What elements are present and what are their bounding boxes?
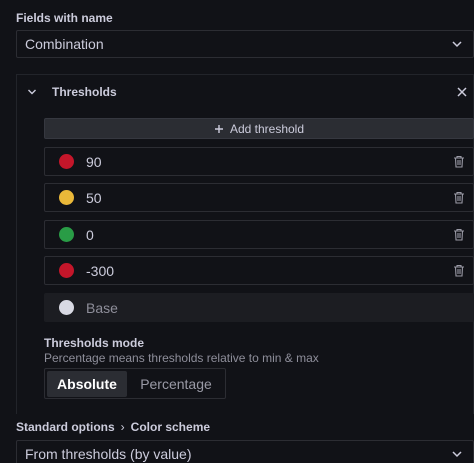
fields-with-name-label: Fields with name: [16, 11, 113, 25]
color-picker-dot[interactable]: [59, 154, 74, 169]
add-threshold-button[interactable]: Add threshold: [44, 118, 474, 139]
thresholds-mode-description: Percentage means thresholds relative to …: [44, 351, 319, 365]
trash-icon[interactable]: [445, 184, 473, 211]
threshold-value-input[interactable]: 50: [86, 190, 445, 206]
threshold-row[interactable]: 50: [44, 183, 474, 212]
fields-with-name-select[interactable]: Combination: [16, 30, 474, 58]
threshold-value-input[interactable]: 90: [86, 154, 445, 170]
threshold-row[interactable]: 90: [44, 147, 474, 176]
thresholds-mode-title: Thresholds mode: [44, 336, 145, 350]
trash-icon[interactable]: [445, 257, 473, 284]
breadcrumb-child: Color scheme: [130, 420, 211, 434]
chevron-down-icon: [449, 36, 465, 52]
trash-icon[interactable]: [445, 221, 473, 248]
color-scheme-select[interactable]: From thresholds (by value): [16, 440, 474, 463]
threshold-base-label: Base: [86, 299, 118, 316]
threshold-base-row: Base: [44, 293, 474, 322]
mode-option-percentage[interactable]: Percentage: [129, 371, 223, 397]
color-picker-dot[interactable]: [59, 190, 74, 205]
collapse-chevron-icon[interactable]: [24, 84, 40, 100]
plus-icon: [214, 124, 224, 134]
color-scheme-breadcrumb: Standard options › Color scheme: [16, 420, 210, 434]
breadcrumb-separator: ›: [120, 420, 125, 434]
mode-option-absolute[interactable]: Absolute: [47, 370, 127, 397]
threshold-value-input[interactable]: 0: [86, 227, 445, 243]
thresholds-mode-radio-group: Absolute Percentage: [44, 368, 226, 399]
threshold-row[interactable]: 0: [44, 220, 474, 249]
add-threshold-label: Add threshold: [229, 121, 305, 136]
color-picker-dot[interactable]: [59, 263, 74, 278]
trash-icon[interactable]: [445, 148, 473, 175]
color-picker-dot[interactable]: [59, 227, 74, 242]
chevron-down-icon: [449, 446, 465, 462]
threshold-value-input[interactable]: -300: [86, 263, 445, 279]
color-picker-dot[interactable]: [59, 300, 74, 315]
breadcrumb-parent: Standard options: [16, 420, 115, 434]
thresholds-title: Thresholds: [52, 85, 117, 99]
threshold-row[interactable]: -300: [44, 256, 474, 285]
close-icon[interactable]: [454, 84, 470, 100]
color-scheme-value: From thresholds (by value): [25, 446, 192, 462]
fields-with-name-value: Combination: [25, 36, 104, 52]
